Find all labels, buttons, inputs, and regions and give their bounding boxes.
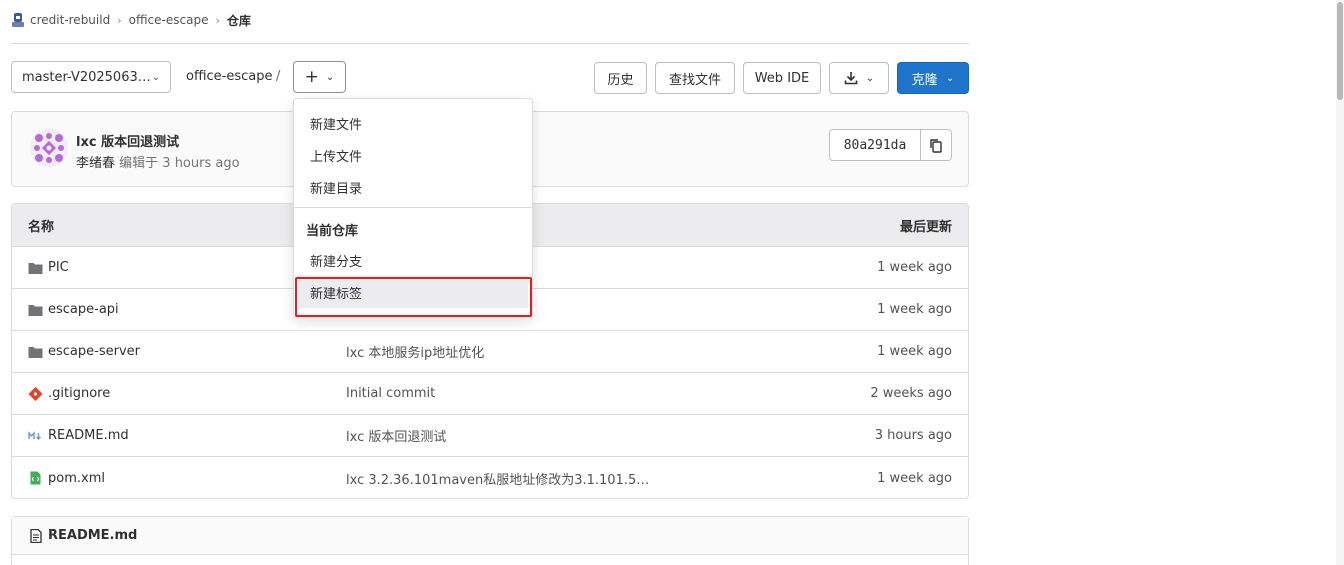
last-update: 1 week ago (877, 302, 952, 317)
divider (11, 43, 969, 44)
chevron-right-icon: › (117, 13, 122, 27)
column-header-last-update: 最后更新 (899, 219, 952, 235)
table-row[interactable]: pom.xml lxc 3.2.36.101maven私服地址修改为3.1.10… (12, 457, 968, 498)
commit-message[interactable]: lxc 版本回退测试 (346, 426, 446, 445)
readme-title[interactable]: README.md (48, 528, 137, 543)
copy-sha-button[interactable] (921, 130, 951, 160)
group-avatar-icon (12, 13, 24, 27)
folder-icon (28, 262, 43, 274)
menu-item-upload-file[interactable]: 上传文件 (298, 139, 528, 171)
file-name-cell[interactable]: pom.xml (28, 471, 105, 486)
chevron-right-icon: › (215, 13, 220, 27)
path-separator: / (276, 69, 281, 84)
commit-sha[interactable]: 80a291da (830, 130, 921, 160)
chevron-down-icon: ⌄ (945, 72, 955, 84)
file-name-cell[interactable]: .gitignore (28, 386, 110, 401)
column-header-name: 名称 (28, 219, 55, 235)
menu-item-new-branch[interactable]: 新建分支 (298, 244, 528, 276)
xml-file-icon (30, 471, 41, 485)
commit-message[interactable]: lxc 本地服务ip地址优化 (346, 342, 484, 361)
table-row[interactable]: .gitignore Initial commit 2 weeks ago (12, 373, 968, 415)
clone-button-label: 克隆 (911, 72, 938, 88)
add-to-tree-dropdown: 新建文件 上传文件 新建目录 当前仓库 新建分支 新建标签 (293, 98, 533, 318)
menu-item-new-tag[interactable]: 新建标签 (298, 276, 528, 308)
commit-author-link[interactable]: 李绪春 (76, 156, 115, 171)
last-update: 1 week ago (877, 344, 952, 359)
commit-title-link[interactable]: lxc 版本回退测试 (76, 131, 179, 150)
commit-author-line: 李绪春 编辑于 3 hours ago (76, 152, 240, 171)
file-name-cell[interactable]: escape-api (28, 302, 119, 317)
commit-sha-group: 80a291da (829, 129, 952, 161)
download-button[interactable]: ⌄ (829, 62, 889, 94)
chevron-down-icon: ⌄ (151, 71, 160, 83)
commit-message[interactable]: Initial commit (346, 386, 435, 401)
file-name[interactable]: .gitignore (48, 386, 110, 401)
last-update: 3 hours ago (874, 428, 952, 443)
file-name-cell[interactable]: PIC (28, 260, 69, 275)
file-name-cell[interactable]: escape-server (28, 344, 140, 359)
history-button[interactable]: 历史 (594, 62, 647, 94)
find-file-button[interactable]: 查找文件 (655, 62, 735, 94)
file-name[interactable]: README.md (48, 428, 129, 443)
breadcrumb-project-link[interactable]: office-escape (129, 13, 209, 27)
copy-icon (930, 138, 942, 153)
readme-header: README.md (12, 517, 968, 555)
folder-icon (28, 346, 43, 358)
branch-selector-label: master-V2025063… (22, 69, 151, 85)
scrollbar-thumb[interactable] (1337, 2, 1343, 100)
file-name[interactable]: escape-server (48, 344, 140, 359)
commit-edited-time: 编辑于 3 hours ago (119, 156, 240, 171)
clone-button[interactable]: 克隆 ⌄ (897, 62, 969, 94)
table-row[interactable]: escape-server lxc 本地服务ip地址优化 1 week ago (12, 331, 968, 373)
breadcrumb: credit-rebuild › office-escape › 仓库 (12, 10, 251, 30)
page-scrollbar[interactable] (1336, 0, 1344, 565)
menu-divider (294, 207, 532, 208)
breadcrumb-group-link[interactable]: credit-rebuild (30, 13, 110, 27)
file-name[interactable]: PIC (48, 260, 69, 275)
file-name-cell[interactable]: README.md (28, 428, 129, 443)
last-update: 2 weeks ago (870, 386, 952, 401)
file-name[interactable]: escape-api (48, 302, 119, 317)
chevron-down-icon: ⌄ (325, 71, 335, 83)
menu-section-header: 当前仓库 (306, 224, 359, 239)
markdown-file-icon (28, 430, 41, 440)
branch-selector[interactable]: master-V2025063… ⌄ (11, 61, 171, 93)
folder-icon (28, 304, 43, 316)
add-to-tree-button[interactable]: + ⌄ (293, 61, 346, 93)
document-icon (30, 528, 42, 543)
git-file-icon (28, 386, 43, 401)
readme-panel: README.md (11, 516, 969, 565)
commit-message[interactable]: lxc 3.2.36.101maven私服地址修改为3.1.101.5… (346, 469, 649, 488)
user-avatar[interactable] (30, 129, 68, 167)
web-ide-button[interactable]: Web IDE (743, 62, 821, 94)
last-update: 1 week ago (877, 260, 952, 275)
chevron-down-icon: ⌄ (865, 72, 875, 84)
menu-item-new-directory[interactable]: 新建目录 (298, 171, 528, 203)
last-update: 1 week ago (877, 470, 952, 486)
menu-item-new-file[interactable]: 新建文件 (298, 107, 528, 139)
breadcrumb-current[interactable]: 仓库 (227, 12, 251, 29)
download-icon (844, 72, 858, 85)
table-row[interactable]: README.md lxc 版本回退测试 3 hours ago (12, 415, 968, 457)
plus-icon: + (304, 66, 319, 87)
path-root-link[interactable]: office-escape (186, 69, 273, 84)
file-name[interactable]: pom.xml (48, 471, 105, 486)
